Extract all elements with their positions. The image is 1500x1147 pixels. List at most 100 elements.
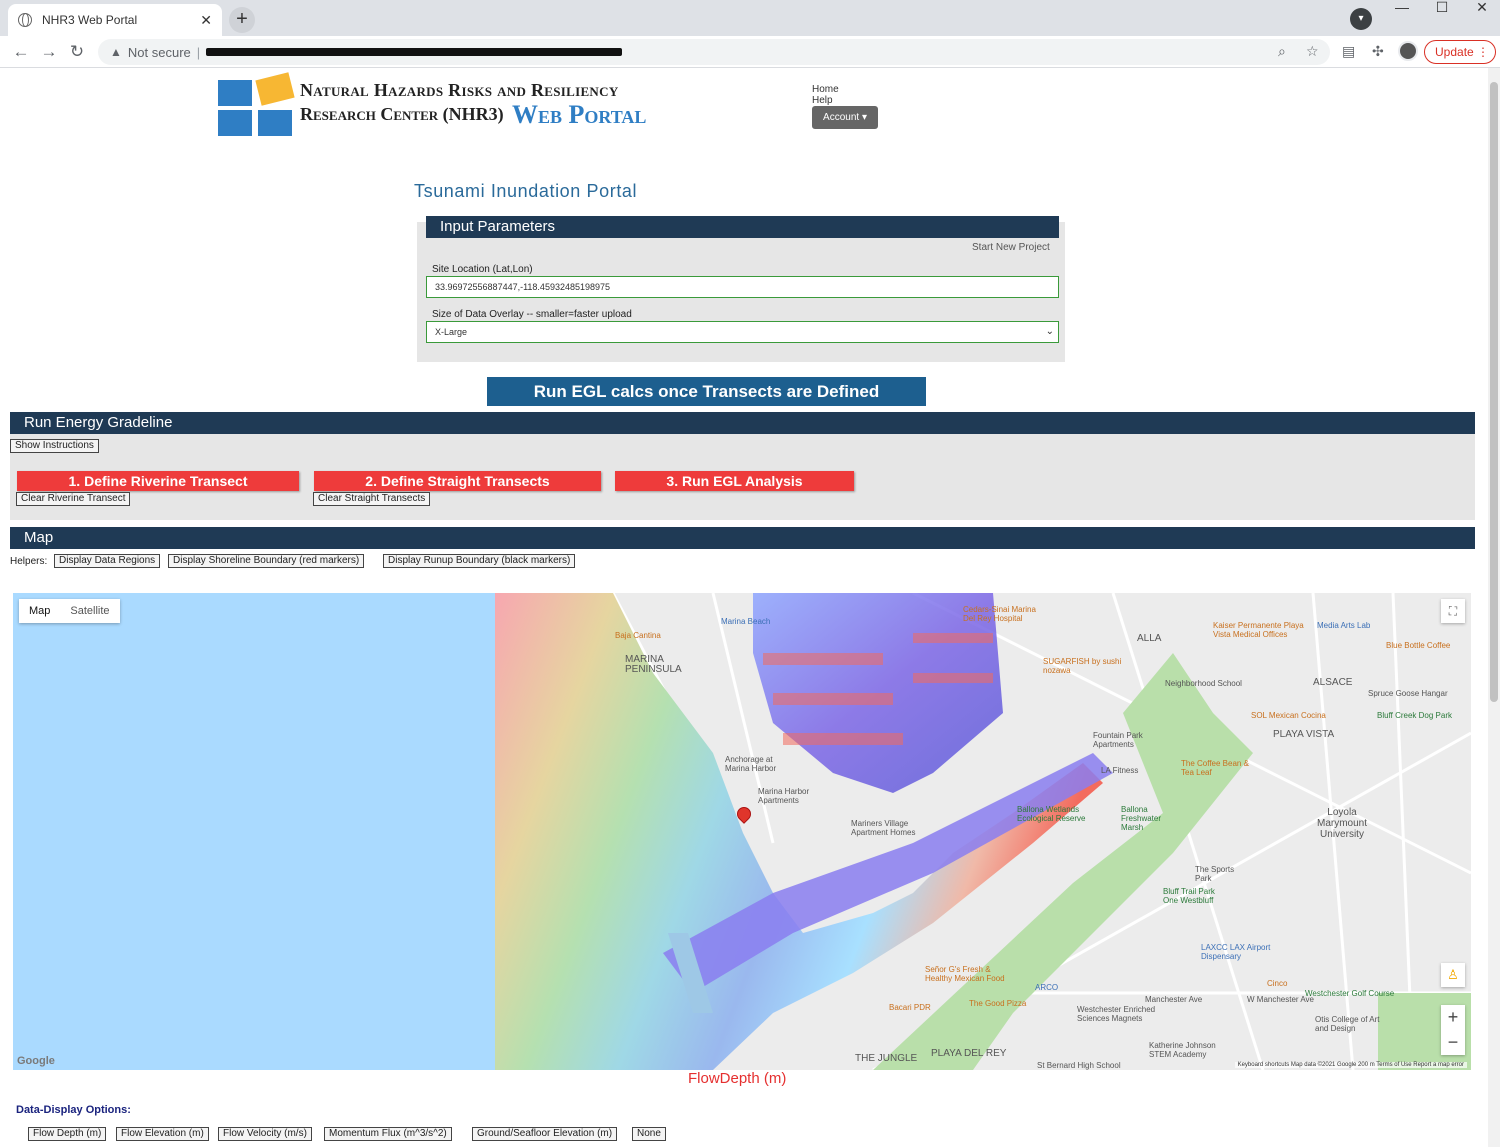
map-place-label[interactable]: The Sports Park — [1195, 865, 1245, 883]
show-instructions-button[interactable]: Show Instructions — [10, 439, 99, 453]
map-place-label[interactable]: Spruce Goose Hangar — [1368, 689, 1448, 698]
browser-toolbar: ← → ↻ ▲ Not secure | ⌕ ☆ ▤ ✣ Update ⋮ — [0, 36, 1500, 68]
display-shoreline-boundary-button[interactable]: Display Shoreline Boundary (red markers) — [168, 554, 365, 568]
reader-mode-icon[interactable]: ▤ — [1342, 43, 1355, 60]
map-place-label: PLAYA VISTA — [1273, 729, 1335, 740]
map-place-label[interactable]: Baja Cantina — [615, 631, 661, 640]
map-place-label[interactable]: Cedars-Sinai Marina Del Rey Hospital — [963, 605, 1043, 623]
map-attribution[interactable]: Keyboard shortcuts Map data ©2021 Google… — [1234, 1062, 1467, 1068]
clear-riverine-transect-button[interactable]: Clear Riverine Transect — [16, 492, 131, 506]
forward-arrow-icon[interactable]: → — [38, 42, 60, 62]
flow-depth-button[interactable]: Flow Depth (m) — [28, 1127, 107, 1141]
map-place-label[interactable]: SOL Mexican Cocina — [1251, 711, 1326, 720]
display-runup-boundary-button[interactable]: Display Runup Boundary (black markers) — [383, 554, 576, 568]
back-arrow-icon[interactable]: ← — [10, 42, 32, 62]
zoom-magnifier-icon[interactable]: ⌕ — [1278, 43, 1286, 60]
clear-straight-transects-button[interactable]: Clear Straight Transects — [313, 492, 431, 506]
address-bar[interactable]: ▲ Not secure | ⌕ ☆ — [98, 39, 1330, 65]
zoom-out-button[interactable]: − — [1441, 1030, 1465, 1055]
none-display-button[interactable]: None — [632, 1127, 666, 1141]
map-place-label: MARINA PENINSULA — [625, 654, 682, 675]
browser-tab[interactable]: NHR3 Web Portal ✕ — [8, 4, 222, 36]
minimize-button[interactable]: — — [1382, 0, 1422, 14]
map-place-label[interactable]: Loyola Marymount University — [1307, 807, 1377, 840]
map-place-label[interactable]: Westchester Golf Course — [1305, 989, 1394, 998]
map-place-label[interactable]: Otis College of Art and Design — [1315, 1015, 1385, 1033]
map-place-label[interactable]: Bluff Creek Dog Park — [1377, 711, 1452, 720]
map-place-label[interactable]: SUGARFISH by sushi nozawa — [1043, 657, 1123, 675]
new-tab-button[interactable]: + — [229, 7, 255, 33]
map-place-label[interactable]: Cinco — [1267, 979, 1287, 988]
reload-icon[interactable]: ↻ — [66, 42, 88, 62]
define-straight-transects-button[interactable]: 2. Define Straight Transects — [314, 471, 601, 491]
street-view-pegman-icon[interactable]: ♙ — [1441, 963, 1465, 987]
map-type-satellite-button[interactable]: Satellite — [60, 599, 119, 623]
account-dropdown-button[interactable]: Account ▾ — [812, 106, 878, 129]
map-place-label[interactable]: Bluff Trail Park One Westbluff — [1163, 887, 1223, 905]
map-place-label[interactable]: Señor G's Fresh & Healthy Mexican Food — [925, 965, 1015, 983]
flow-depth-caption: FlowDepth (m) — [688, 1070, 787, 1087]
maximize-button[interactable]: ☐ — [1422, 0, 1462, 14]
map-place-label[interactable]: Fountain Park Apartments — [1093, 731, 1163, 749]
map-place-label[interactable]: Media Arts Lab — [1317, 621, 1370, 630]
map-place-label: ALSACE — [1313, 677, 1353, 688]
zoom-in-button[interactable]: + — [1441, 1005, 1465, 1030]
logo-line-2: Research Center (NHR3) — [300, 104, 504, 124]
map-place-label[interactable]: LA Fitness — [1101, 766, 1138, 775]
tab-search-icon[interactable]: ▾ — [1350, 8, 1372, 30]
page-scrollbar[interactable] — [1488, 68, 1500, 1147]
logo-web-portal: Web Portal — [512, 100, 647, 129]
display-data-regions-button[interactable]: Display Data Regions — [54, 554, 161, 568]
extensions-puzzle-icon[interactable]: ✣ — [1372, 43, 1384, 60]
nav-home-link[interactable]: Home — [812, 84, 839, 95]
nhr3-logo[interactable]: Natural Hazards Risks and Resiliency Res… — [218, 72, 658, 142]
profile-avatar[interactable] — [1398, 41, 1418, 61]
start-new-project-link[interactable]: Start New Project — [972, 242, 1050, 253]
ground-seafloor-elevation-button[interactable]: Ground/Seafloor Elevation (m) — [472, 1127, 618, 1141]
run-egl-button[interactable]: Run EGL calcs once Transects are Defined — [487, 377, 926, 406]
define-riverine-transect-button[interactable]: 1. Define Riverine Transect — [17, 471, 299, 491]
fullscreen-icon[interactable]: ⛶ — [1441, 599, 1465, 623]
map-place-label[interactable]: Mariners Village Apartment Homes — [851, 819, 931, 837]
nav-help-link[interactable]: Help — [812, 95, 839, 106]
logo-square-yellow — [255, 72, 295, 106]
map-place-label[interactable]: Neighborhood School — [1165, 679, 1242, 688]
map-type-map-button[interactable]: Map — [19, 599, 60, 623]
overlay-size-value: X-Large — [435, 327, 468, 337]
warning-icon: ▲ — [110, 45, 122, 59]
update-button[interactable]: Update ⋮ — [1424, 40, 1496, 64]
map-place-label[interactable]: The Coffee Bean & Tea Leaf — [1181, 759, 1257, 777]
overlay-size-select[interactable]: X-Large ⌄ — [426, 321, 1059, 343]
map-place-label: ALLA — [1137, 633, 1162, 644]
redacted-url — [206, 48, 623, 56]
map-place-label[interactable]: Marina Harbor Apartments — [758, 787, 828, 805]
map-place-label[interactable]: The Good Pizza — [969, 999, 1026, 1008]
flow-velocity-button[interactable]: Flow Velocity (m/s) — [218, 1127, 312, 1141]
map-place-label[interactable]: Westchester Enriched Sciences Magnets — [1077, 1005, 1177, 1023]
overlay-size-label: Size of Data Overlay -- smaller=faster u… — [432, 309, 632, 320]
map-place-label[interactable]: ARCO — [1035, 983, 1058, 992]
tab-close-icon[interactable]: ✕ — [200, 12, 212, 29]
map-place-label[interactable]: LAXCC LAX Airport Dispensary — [1201, 943, 1281, 961]
map-place-label[interactable]: Marina Beach — [721, 617, 770, 626]
browser-tab-bar: NHR3 Web Portal ✕ + ▾ — ☐ ✕ — [0, 0, 1500, 36]
map-place-label[interactable]: Kaiser Permanente Playa Vista Medical Of… — [1213, 621, 1323, 639]
bookmark-star-icon[interactable]: ☆ — [1306, 43, 1319, 60]
top-nav: Home Help — [812, 84, 839, 106]
map-place-label[interactable]: Anchorage at Marina Harbor — [725, 755, 795, 773]
zoom-control: + − — [1441, 1005, 1465, 1055]
run-egl-analysis-button[interactable]: 3. Run EGL Analysis — [615, 471, 854, 491]
momentum-flux-button[interactable]: Momentum Flux (m^3/s^2) — [324, 1127, 452, 1141]
map-place-label[interactable]: Ballona Wetlands Ecological Reserve — [1017, 805, 1087, 823]
logo-line-1: Natural Hazards Risks and Resiliency — [300, 80, 619, 100]
map-place-label[interactable]: St Bernard High School — [1037, 1061, 1121, 1070]
map-place-label[interactable]: Blue Bottle Coffee — [1386, 641, 1450, 650]
map-canvas[interactable]: Map Satellite ⛶ ♙ + − Google Keyboard sh… — [13, 593, 1471, 1070]
map-place-label[interactable]: Katherine Johnson STEM Academy — [1149, 1041, 1229, 1059]
map-place-label[interactable]: Bacari PDR — [889, 1003, 931, 1012]
scrollbar-thumb[interactable] — [1490, 82, 1498, 702]
flow-elevation-button[interactable]: Flow Elevation (m) — [116, 1127, 209, 1141]
window-close-button[interactable]: ✕ — [1462, 0, 1500, 14]
map-place-label[interactable]: Ballona Freshwater Marsh — [1121, 805, 1181, 832]
site-location-input[interactable]: 33.96972556887447,-118.45932485198975 — [426, 276, 1059, 298]
